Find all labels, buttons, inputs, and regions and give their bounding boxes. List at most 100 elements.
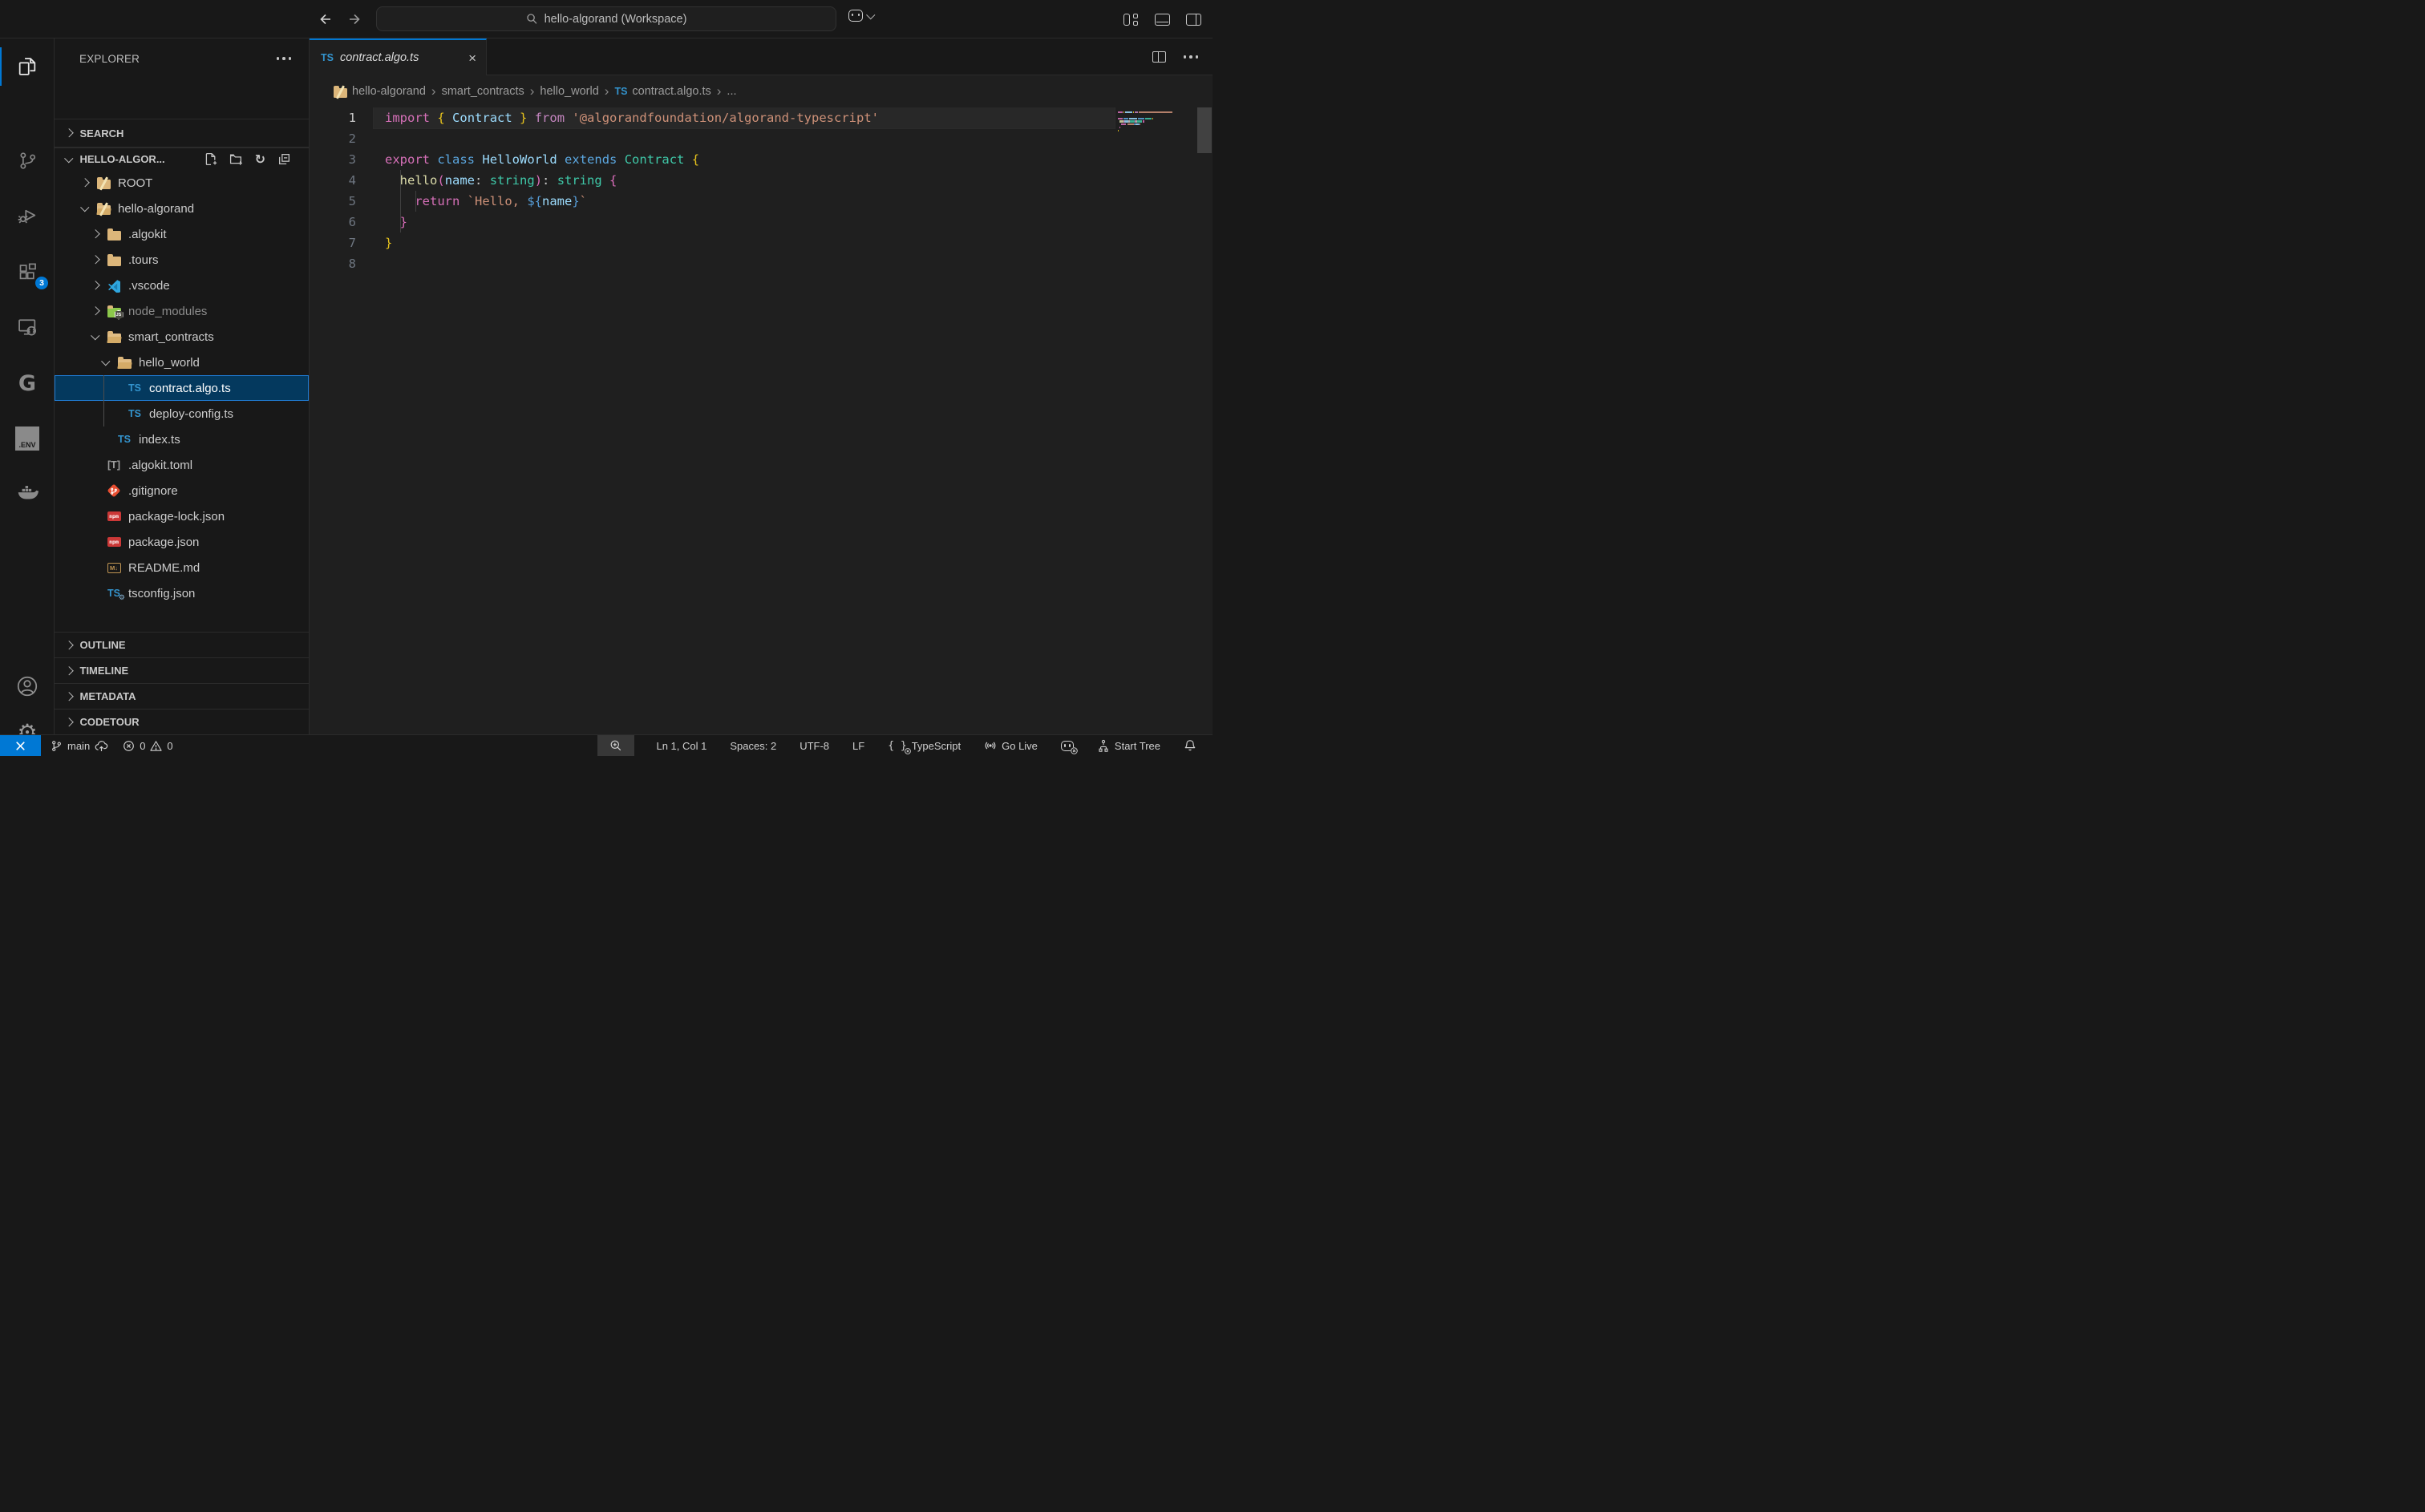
search-section-header[interactable]: SEARCH <box>55 119 309 148</box>
toggle-panel-icon[interactable] <box>1155 14 1170 26</box>
tree-item-index-ts[interactable]: TSindex.ts <box>55 427 309 452</box>
chevron-down-icon[interactable] <box>866 10 875 19</box>
status-go-live[interactable]: Go Live <box>982 735 1039 756</box>
breadcrumb-item[interactable]: ... <box>727 85 736 98</box>
status-eol-label: LF <box>852 740 864 752</box>
tree-item-contract-algo-ts[interactable]: TScontract.algo.ts <box>55 375 309 401</box>
tab-contract-algo-ts[interactable]: TS contract.algo.ts × <box>310 38 487 75</box>
folder-root-open-icon <box>97 205 111 215</box>
git-branch-icon <box>51 740 63 752</box>
status-language-mode[interactable]: { }TypeScript <box>886 735 962 756</box>
remote-status-button[interactable] <box>0 735 41 756</box>
scrollbar-slider[interactable] <box>1197 107 1212 153</box>
new-file-icon[interactable] <box>204 152 217 166</box>
status-start-tree[interactable]: Start Tree <box>1095 735 1162 756</box>
activity-extensions[interactable]: 3 <box>0 253 55 291</box>
collapse-all-icon[interactable] <box>277 152 291 166</box>
status-copilot-status[interactable] <box>1059 735 1075 756</box>
breadcrumb-separator: › <box>530 84 535 98</box>
tree-item-root[interactable]: ROOT <box>55 170 309 196</box>
new-folder-icon[interactable] <box>229 152 243 166</box>
code-line-4[interactable]: 4 hello(name: string): string { <box>310 170 1212 191</box>
activity-source-control[interactable] <box>0 141 55 180</box>
code-line-1[interactable]: 1import { Contract } from '@algorandfoun… <box>310 107 1212 128</box>
tree-item-package-lock-json[interactable]: npmpackage-lock.json <box>55 503 309 529</box>
editor-more-actions-icon[interactable] <box>1184 55 1199 59</box>
status-encoding[interactable]: UTF-8 <box>798 735 831 756</box>
status-indentation[interactable]: Spaces: 2 <box>728 735 778 756</box>
status-indentation-label: Spaces: 2 <box>730 740 776 752</box>
breadcrumb-item[interactable]: hello_world <box>540 85 598 98</box>
breadcrumb-item[interactable]: hello-algorand <box>334 85 426 98</box>
code-line-8[interactable]: 8 <box>310 253 1212 274</box>
tree-item-package-json[interactable]: npmpackage.json <box>55 529 309 555</box>
timeline-section-header[interactable]: TIMELINE <box>55 657 309 683</box>
folder-icon <box>107 231 121 241</box>
activity-run-debug[interactable] <box>0 196 55 234</box>
minimap[interactable] <box>1118 111 1172 135</box>
code-line-2[interactable]: 2 <box>310 128 1212 149</box>
status-notifications[interactable] <box>1182 735 1198 756</box>
activity-remote-explorer[interactable] <box>0 308 55 346</box>
tree-item-tsconfig-json[interactable]: TS⚙tsconfig.json <box>55 580 309 606</box>
status-bar: main00 Ln 1, Col 1Spaces: 2UTF-8LF{ }Typ… <box>0 734 1212 756</box>
back-arrow-icon[interactable] <box>318 11 334 27</box>
activity-explorer[interactable] <box>0 47 55 86</box>
command-center[interactable]: hello-algorand (Workspace) <box>376 6 836 31</box>
tree-item--algokit[interactable]: .algokit <box>55 221 309 247</box>
error-count: 0 <box>140 740 145 752</box>
code-lines: 1import { Contract } from '@algorandfoun… <box>310 107 1212 274</box>
tree-icon <box>1097 739 1110 752</box>
tree-item--vscode[interactable]: .vscode <box>55 273 309 298</box>
activity-gitlens[interactable]: G <box>0 364 55 402</box>
tree-item-deploy-config-ts[interactable]: TSdeploy-config.ts <box>55 401 309 427</box>
code-area[interactable]: 1import { Contract } from '@algorandfoun… <box>310 107 1212 734</box>
tree-item--algokit-toml[interactable]: [T].algokit.toml <box>55 452 309 478</box>
activity-dotenv[interactable]: .ENV <box>0 419 55 458</box>
tree-item-label: node_modules <box>128 305 207 318</box>
explorer-more-actions-icon[interactable] <box>277 57 292 60</box>
outline-section-header[interactable]: OUTLINE <box>55 632 309 657</box>
activity-docker[interactable] <box>0 474 55 512</box>
status-eol[interactable]: LF <box>851 735 866 756</box>
copilot-icon[interactable] <box>848 10 863 22</box>
workspace-section-header[interactable]: HELLO-ALGOR... ↻ <box>55 148 309 170</box>
metadata-section-header[interactable]: METADATA <box>55 683 309 709</box>
customize-layout-icon[interactable] <box>1123 14 1139 26</box>
file-tree: ROOThello-algorand.algokit .tours .vscodeJ… <box>55 170 309 606</box>
line-number: 7 <box>310 232 356 253</box>
bell-icon <box>1184 739 1196 752</box>
folder-root-icon <box>334 88 347 98</box>
code-line-7[interactable]: 7} <box>310 232 1212 253</box>
breadcrumb-separator: › <box>605 84 609 98</box>
breadcrumb-item[interactable]: smart_contracts <box>442 85 524 98</box>
tree-item--gitignore[interactable]: .gitignore <box>55 478 309 503</box>
breadcrumb: hello-algorand › smart_contracts › hello_wor… <box>310 75 1212 107</box>
code-line-5[interactable]: 5 return `Hello, ${name}` <box>310 191 1212 212</box>
tree-item-label: .tours <box>128 253 159 267</box>
warning-count: 0 <box>167 740 172 752</box>
problems-status-item[interactable]: 00 <box>121 735 174 756</box>
split-editor-icon[interactable] <box>1152 51 1166 63</box>
toggle-secondary-sidebar-icon[interactable] <box>1186 14 1201 26</box>
close-icon[interactable]: × <box>468 51 476 65</box>
forward-arrow-icon[interactable] <box>346 11 362 27</box>
breadcrumb-item[interactable]: TScontract.algo.ts <box>614 85 710 98</box>
status-left: main00 <box>0 735 175 756</box>
codetour-section-header[interactable]: CODETOUR <box>55 709 309 734</box>
activity-accounts[interactable] <box>0 667 55 705</box>
status-zoom-indicator[interactable] <box>597 735 634 756</box>
ts-icon: TS <box>614 86 627 97</box>
refresh-icon[interactable]: ↻ <box>255 153 265 166</box>
branch-status-item[interactable]: main <box>49 735 110 756</box>
title-bar: hello-algorand (Workspace) <box>0 0 1212 38</box>
tree-item-node-modules[interactable]: JSnode_modules <box>55 298 309 324</box>
code-line-3[interactable]: 3export class HelloWorld extends Contrac… <box>310 149 1212 170</box>
tree-item-hello-algorand[interactable]: hello-algorand <box>55 196 309 221</box>
status-cursor-position[interactable]: Ln 1, Col 1 <box>654 735 708 756</box>
tree-item-smart-contracts[interactable]: smart_contracts <box>55 324 309 350</box>
tree-item-hello-world[interactable]: hello_world <box>55 350 309 375</box>
tree-item--tours[interactable]: .tours <box>55 247 309 273</box>
code-line-6[interactable]: 6 } <box>310 212 1212 232</box>
tree-item-readme-md[interactable]: M↓README.md <box>55 555 309 580</box>
